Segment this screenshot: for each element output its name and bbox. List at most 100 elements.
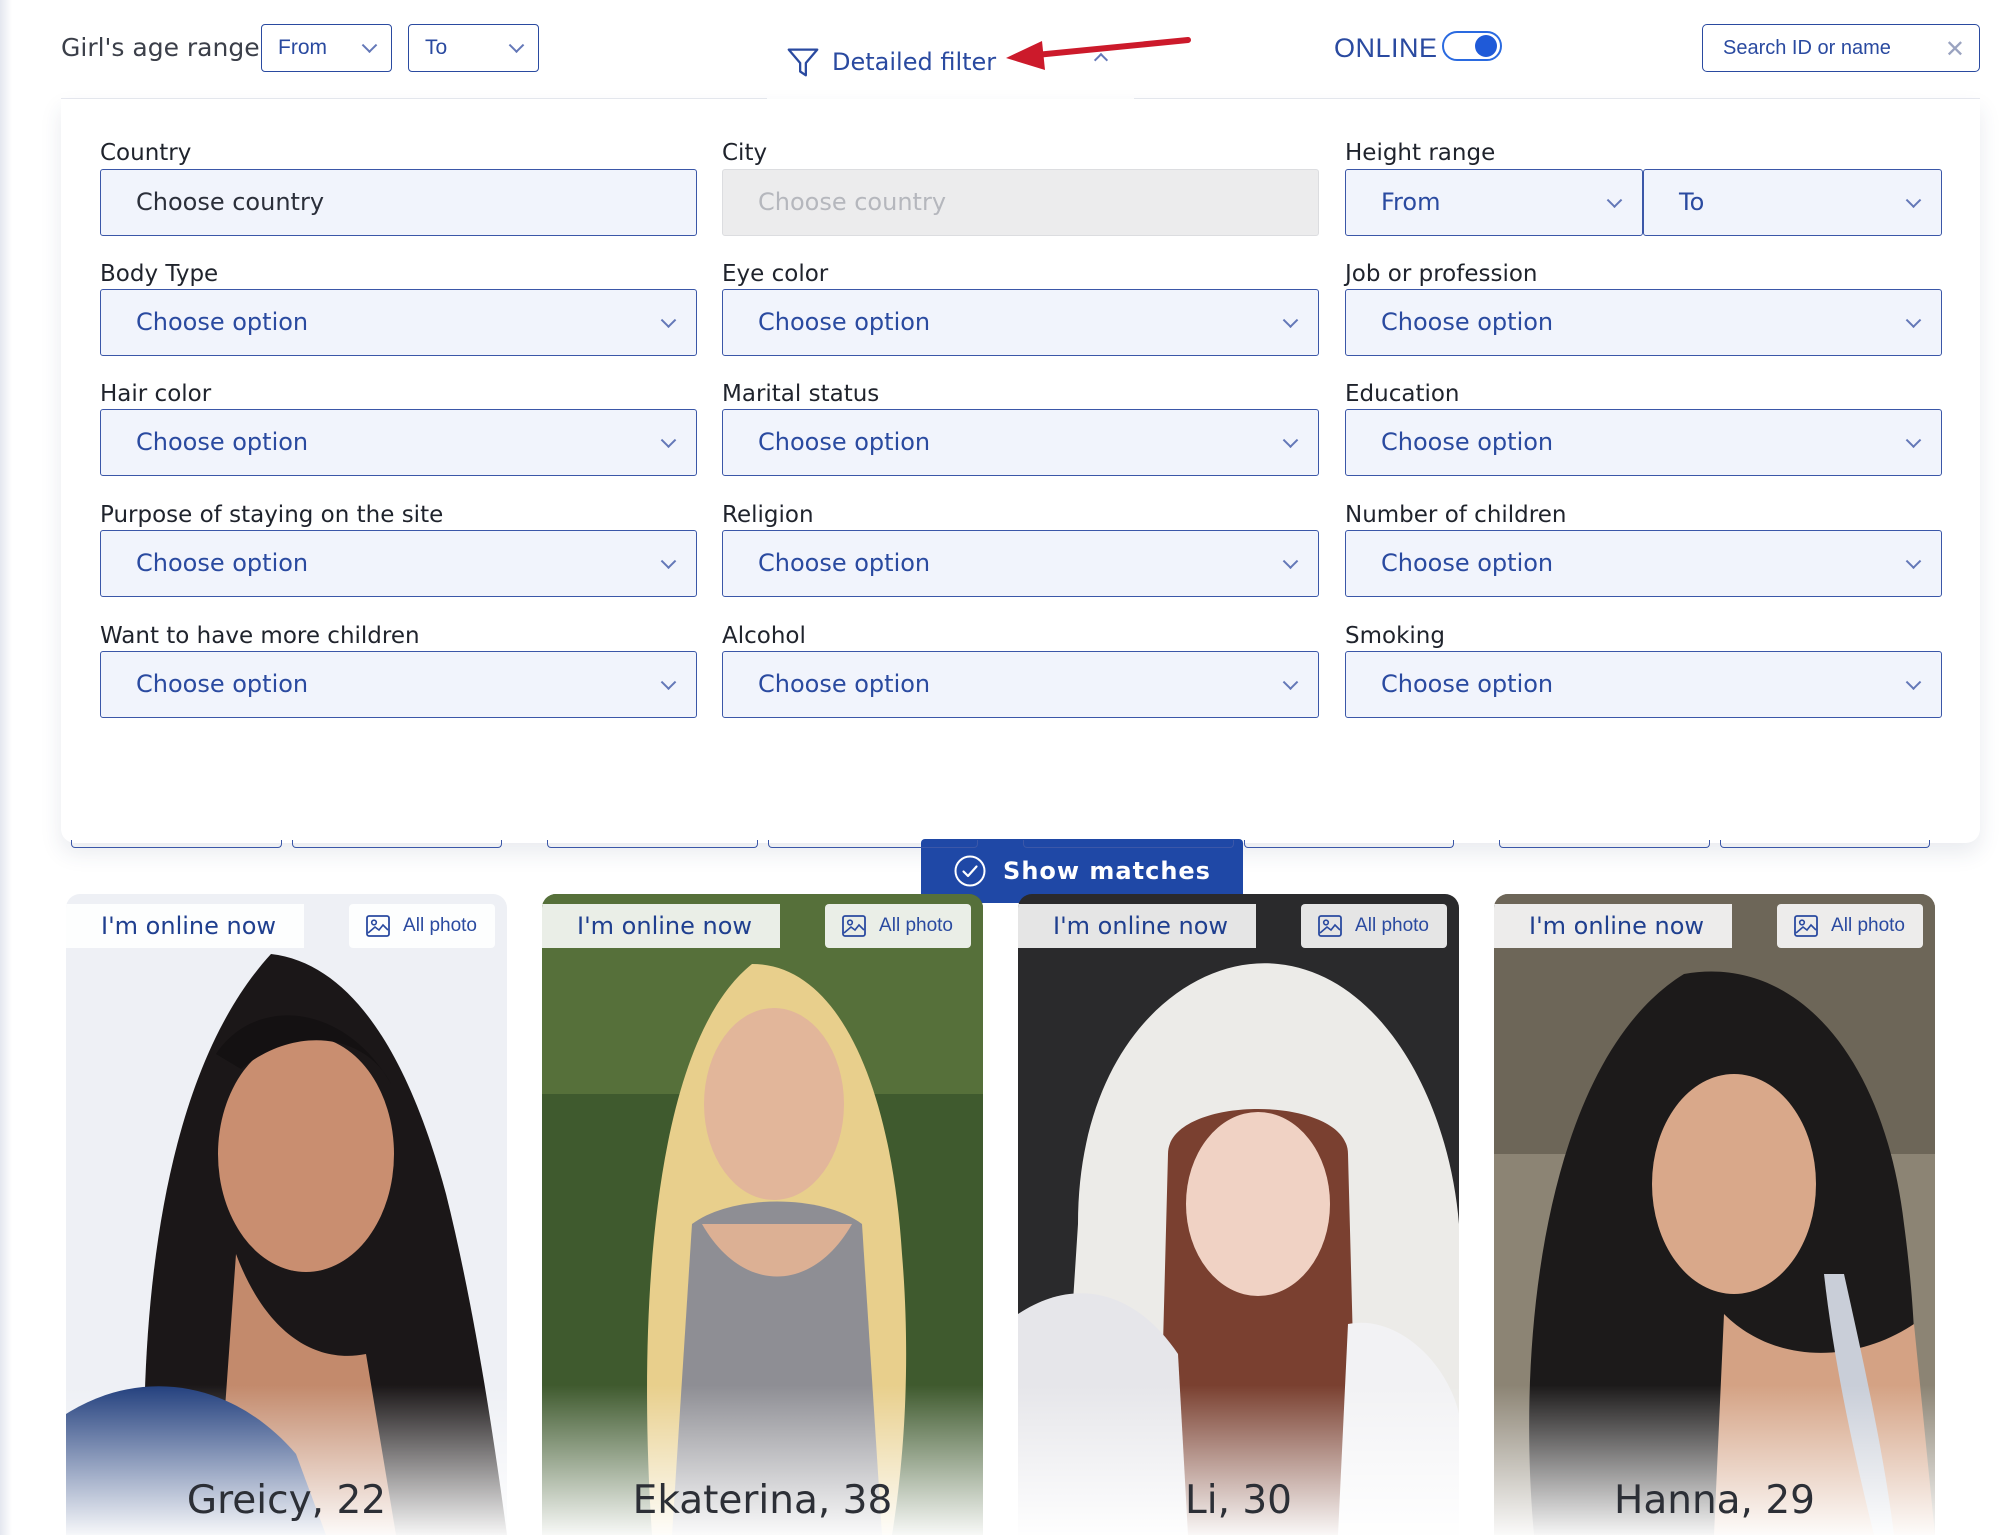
close-icon[interactable]: ✕ bbox=[1945, 35, 1965, 63]
profile-card[interactable]: I'm online now All photo Greicy, 22 bbox=[66, 894, 507, 1535]
online-label: ONLINE bbox=[1334, 33, 1438, 63]
chevron-down-icon bbox=[660, 431, 677, 448]
chevron-down-icon bbox=[1606, 191, 1623, 208]
all-photo-button[interactable]: All photo bbox=[825, 904, 971, 948]
profile-card[interactable]: I'm online now All photo Ekaterina, 38 bbox=[542, 894, 983, 1535]
city-select[interactable]: Choose country bbox=[722, 169, 1319, 236]
underlying-select-edge bbox=[1023, 840, 1234, 848]
all-photo-label: All photo bbox=[1831, 915, 1905, 936]
religion-label: Religion bbox=[722, 502, 814, 528]
all-photo-button[interactable]: All photo bbox=[1777, 904, 1923, 948]
select-value: Choose option bbox=[136, 428, 309, 456]
chevron-down-icon bbox=[1905, 673, 1922, 690]
profile-name[interactable]: Ekaterina, 38 bbox=[542, 1478, 983, 1523]
all-photo-button[interactable]: All photo bbox=[349, 904, 495, 948]
online-now-badge: I'm online now bbox=[1494, 904, 1732, 948]
chevron-down-icon bbox=[1282, 431, 1299, 448]
show-matches-label: Show matches bbox=[1003, 857, 1211, 885]
job-label: Job or profession bbox=[1345, 261, 1538, 287]
children-label: Number of children bbox=[1345, 502, 1567, 528]
chevron-down-icon bbox=[508, 37, 525, 54]
age-range-label: Girl's age range bbox=[61, 33, 260, 62]
age-to-select[interactable]: To bbox=[408, 24, 539, 72]
height-to-value: To bbox=[1679, 188, 1705, 216]
profile-name[interactable]: Hanna, 29 bbox=[1494, 1478, 1935, 1523]
height-from-value: From bbox=[1381, 188, 1441, 216]
underlying-select-edge bbox=[547, 840, 758, 848]
education-select[interactable]: Choose option bbox=[1345, 409, 1942, 476]
body-type-select[interactable]: Choose option bbox=[100, 289, 697, 356]
online-now-badge: I'm online now bbox=[1018, 904, 1256, 948]
height-from-select[interactable]: From bbox=[1345, 169, 1643, 236]
age-to-value: To bbox=[425, 36, 448, 59]
underlying-select-edge bbox=[71, 840, 282, 848]
purpose-select[interactable]: Choose option bbox=[100, 530, 697, 597]
alcohol-label: Alcohol bbox=[722, 623, 806, 649]
underlying-select-edge bbox=[292, 840, 502, 848]
alcohol-select[interactable]: Choose option bbox=[722, 651, 1319, 718]
body-type-label: Body Type bbox=[100, 261, 219, 287]
image-icon bbox=[1318, 915, 1342, 937]
underlying-select-edge bbox=[1244, 840, 1454, 848]
select-value: Choose option bbox=[1381, 428, 1554, 456]
left-edge-shade bbox=[0, 0, 12, 1535]
all-photo-button[interactable]: All photo bbox=[1301, 904, 1447, 948]
chevron-down-icon bbox=[1905, 191, 1922, 208]
chevron-down-icon bbox=[361, 37, 378, 54]
select-value: Choose option bbox=[1381, 308, 1554, 336]
profile-name[interactable]: Li, 30 bbox=[1018, 1478, 1459, 1523]
eye-color-label: Eye color bbox=[722, 261, 829, 287]
height-to-select[interactable]: To bbox=[1643, 169, 1942, 236]
underlying-select-edge bbox=[768, 840, 978, 848]
country-select[interactable]: Choose country bbox=[100, 169, 697, 236]
check-circle-icon bbox=[954, 855, 986, 887]
online-now-badge: I'm online now bbox=[542, 904, 780, 948]
eye-color-select[interactable]: Choose option bbox=[722, 289, 1319, 356]
search-input[interactable]: Search ID or name ✕ bbox=[1702, 24, 1980, 72]
country-value: Choose country bbox=[136, 188, 325, 216]
job-select[interactable]: Choose option bbox=[1345, 289, 1942, 356]
profile-name[interactable]: Greicy, 22 bbox=[66, 1478, 507, 1523]
select-value: Choose option bbox=[136, 308, 309, 336]
annotation-arrow bbox=[1006, 37, 1191, 70]
select-value: Choose option bbox=[1381, 549, 1554, 577]
chevron-down-icon bbox=[1905, 431, 1922, 448]
detailed-filter-label: Detailed filter bbox=[832, 48, 997, 76]
height-range-label: Height range bbox=[1345, 140, 1496, 166]
children-select[interactable]: Choose option bbox=[1345, 530, 1942, 597]
online-now-badge: I'm online now bbox=[66, 904, 304, 948]
religion-select[interactable]: Choose option bbox=[722, 530, 1319, 597]
select-value: Choose option bbox=[758, 670, 931, 698]
purpose-label: Purpose of staying on the site bbox=[100, 502, 444, 528]
age-from-select[interactable]: From bbox=[261, 24, 392, 72]
all-photo-label: All photo bbox=[403, 915, 477, 936]
city-value: Choose country bbox=[758, 188, 947, 216]
filter-icon bbox=[787, 48, 819, 77]
chevron-down-icon bbox=[1905, 552, 1922, 569]
smoking-label: Smoking bbox=[1345, 623, 1445, 649]
smoking-select[interactable]: Choose option bbox=[1345, 651, 1942, 718]
select-value: Choose option bbox=[758, 308, 931, 336]
profile-card[interactable]: I'm online now All photo Hanna, 29 bbox=[1494, 894, 1935, 1535]
marital-status-select[interactable]: Choose option bbox=[722, 409, 1319, 476]
underlying-select-edge bbox=[1499, 840, 1710, 848]
chevron-down-icon bbox=[1282, 552, 1299, 569]
chevron-down-icon bbox=[1905, 311, 1922, 328]
all-photo-label: All photo bbox=[879, 915, 953, 936]
toggle-knob bbox=[1475, 35, 1497, 57]
image-icon bbox=[842, 915, 866, 937]
chevron-down-icon bbox=[660, 311, 677, 328]
image-icon bbox=[366, 915, 390, 937]
chevron-down-icon bbox=[660, 673, 677, 690]
more-children-select[interactable]: Choose option bbox=[100, 651, 697, 718]
online-toggle[interactable] bbox=[1442, 31, 1502, 61]
select-value: Choose option bbox=[758, 428, 931, 456]
detailed-filter-toggle[interactable]: Detailed filter bbox=[784, 42, 996, 82]
hair-color-select[interactable]: Choose option bbox=[100, 409, 697, 476]
marital-status-label: Marital status bbox=[722, 381, 880, 407]
country-label: Country bbox=[100, 140, 192, 166]
more-children-label: Want to have more children bbox=[100, 623, 420, 649]
city-label: City bbox=[722, 140, 768, 166]
search-placeholder: Search ID or name bbox=[1723, 37, 1891, 59]
profile-card[interactable]: I'm online now All photo Li, 30 bbox=[1018, 894, 1459, 1535]
